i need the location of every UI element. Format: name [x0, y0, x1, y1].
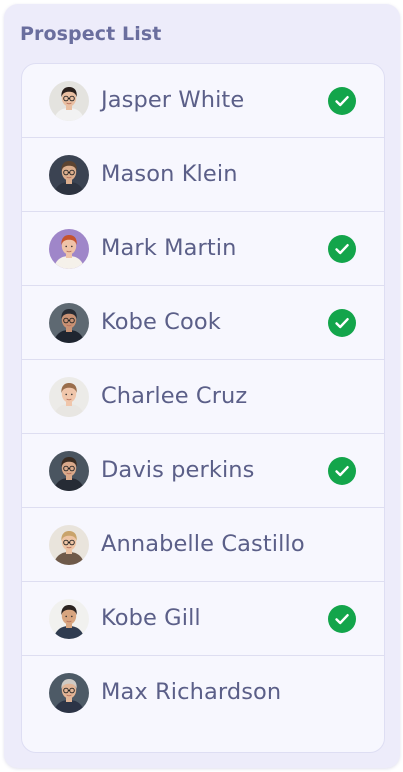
- check-circle-icon: [328, 457, 356, 485]
- prospect-row[interactable]: Annabelle Castillo: [22, 508, 384, 582]
- avatar: [49, 229, 89, 269]
- prospect-row[interactable]: Mark Martin: [22, 212, 384, 286]
- prospect-name: Jasper White: [101, 87, 245, 113]
- check-circle-icon: [328, 235, 356, 263]
- avatar: [49, 599, 89, 639]
- prospect-row[interactable]: Jasper White: [22, 64, 384, 138]
- prospect-row[interactable]: Davis perkins: [22, 434, 384, 508]
- prospect-list-panel: Prospect List Jasper White Mason Klein Mar…: [4, 4, 400, 768]
- prospect-name: Davis perkins: [101, 457, 255, 483]
- prospect-name: Charlee Cruz: [101, 383, 248, 409]
- prospect-row[interactable]: Kobe Gill: [22, 582, 384, 656]
- check-circle-icon: [328, 87, 356, 115]
- prospect-row[interactable]: Max Richardson: [22, 656, 384, 730]
- prospect-name: Kobe Cook: [101, 309, 221, 335]
- avatar: [49, 673, 89, 713]
- prospect-name: Annabelle Castillo: [101, 531, 305, 557]
- prospect-name: Max Richardson: [101, 679, 282, 705]
- check-circle-icon: [328, 605, 356, 633]
- prospect-row[interactable]: Charlee Cruz: [22, 360, 384, 434]
- check-circle-icon: [328, 309, 356, 337]
- prospect-list: Jasper White Mason Klein Mark Martin Kobe C…: [21, 63, 385, 753]
- prospect-row[interactable]: Mason Klein: [22, 138, 384, 212]
- avatar: [49, 303, 89, 343]
- avatar: [49, 155, 89, 195]
- prospect-name: Kobe Gill: [101, 605, 201, 631]
- prospect-name: Mark Martin: [101, 235, 237, 261]
- panel-title: Prospect List: [20, 23, 162, 45]
- avatar: [49, 451, 89, 491]
- avatar: [49, 81, 89, 121]
- avatar: [49, 525, 89, 565]
- prospect-row[interactable]: Kobe Cook: [22, 286, 384, 360]
- avatar: [49, 377, 89, 417]
- prospect-name: Mason Klein: [101, 161, 238, 187]
